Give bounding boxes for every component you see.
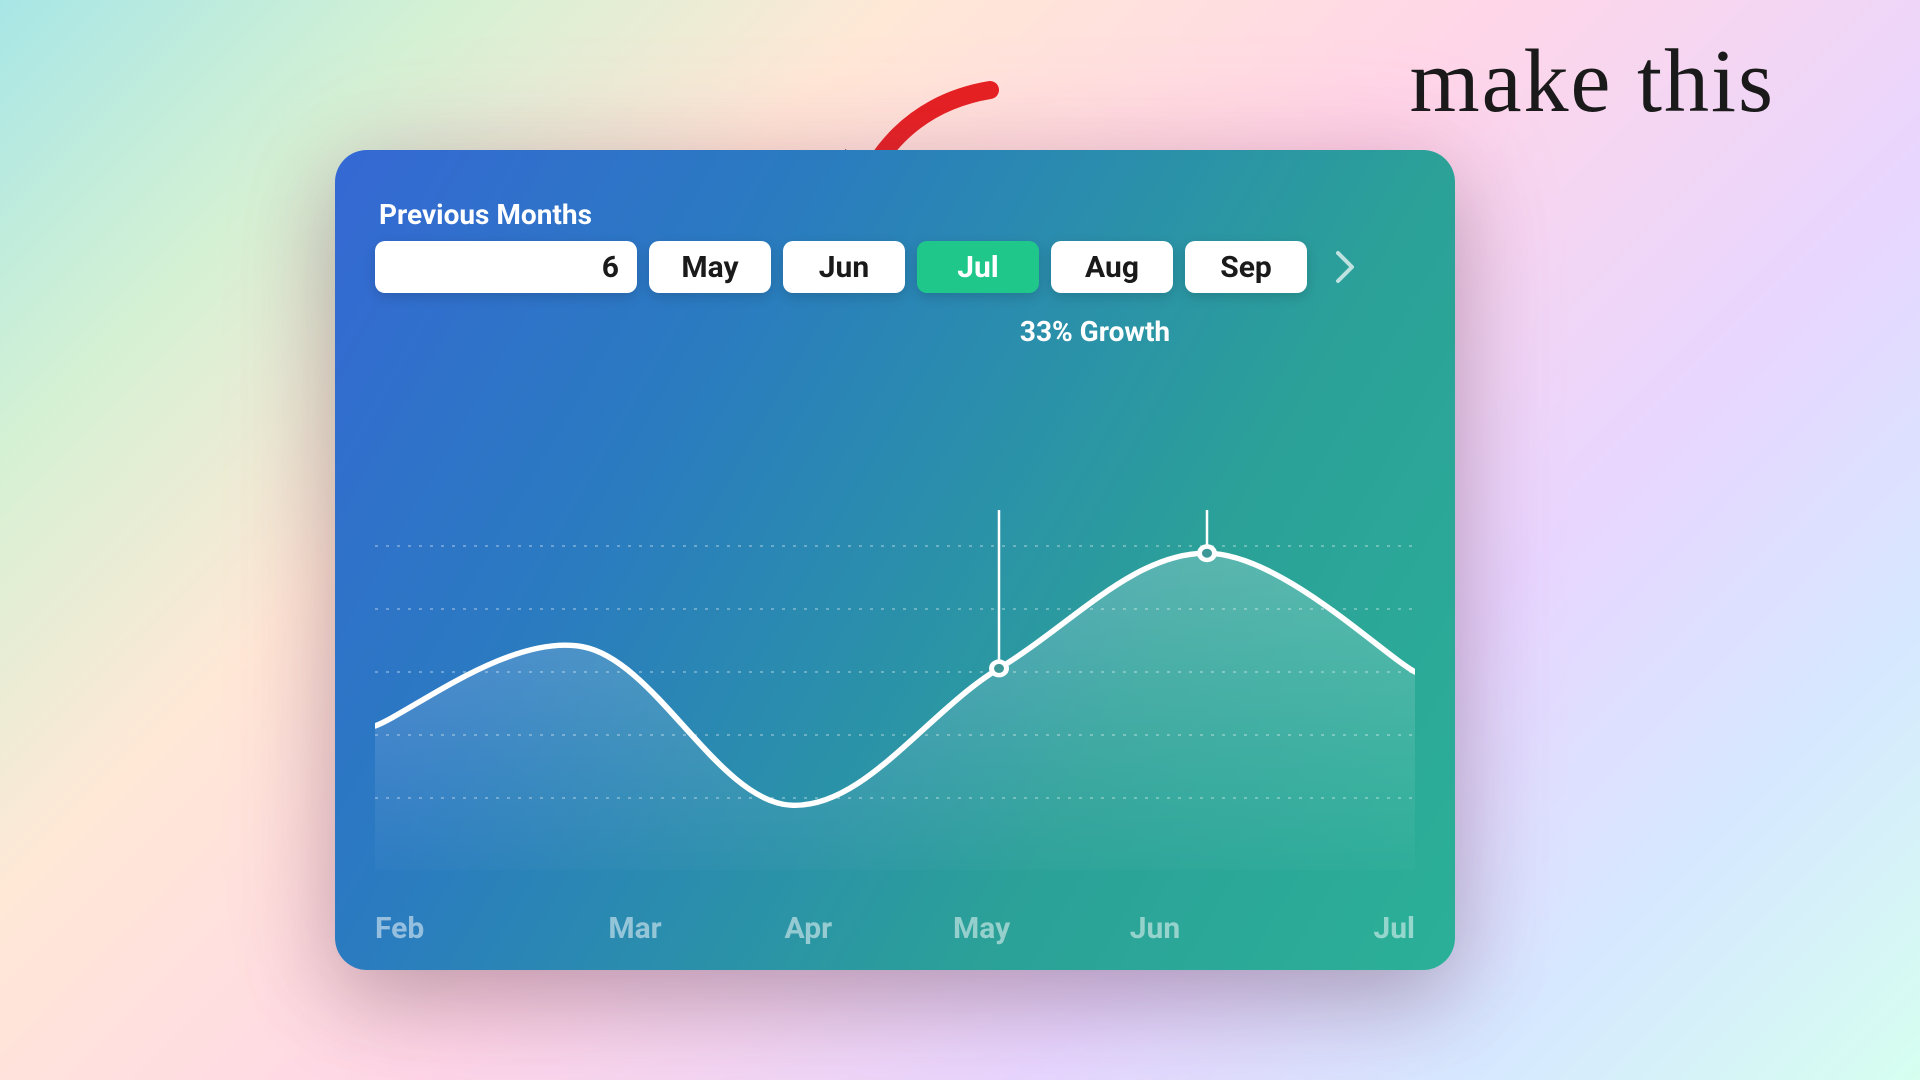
month-button-sep[interactable]: Sep: [1185, 241, 1307, 293]
x-tick: Mar: [548, 911, 721, 946]
growth-annotation: 33% Growth: [535, 315, 1655, 348]
previous-months-label: Previous Months: [379, 198, 1415, 231]
annotation-text: make this: [1410, 30, 1775, 133]
x-tick: Feb: [375, 911, 548, 946]
months-count-input[interactable]: [375, 241, 637, 293]
x-tick: Jul: [1242, 911, 1415, 946]
chevron-right-icon: [1334, 249, 1356, 285]
chart-plot: [375, 510, 1415, 870]
chart-card: Previous Months May Jun Jul Aug Sep 33% …: [335, 150, 1455, 970]
x-tick: Apr: [722, 911, 895, 946]
month-button-aug[interactable]: Aug: [1051, 241, 1173, 293]
x-axis: Feb Mar Apr May Jun Jul: [375, 911, 1415, 946]
controls-row: May Jun Jul Aug Sep: [375, 241, 1415, 293]
month-button-may[interactable]: May: [649, 241, 771, 293]
month-button-jul[interactable]: Jul: [917, 241, 1039, 293]
scroll-right-button[interactable]: [1323, 241, 1367, 293]
x-tick: Jun: [1068, 911, 1241, 946]
month-button-jun[interactable]: Jun: [783, 241, 905, 293]
x-tick: May: [895, 911, 1068, 946]
